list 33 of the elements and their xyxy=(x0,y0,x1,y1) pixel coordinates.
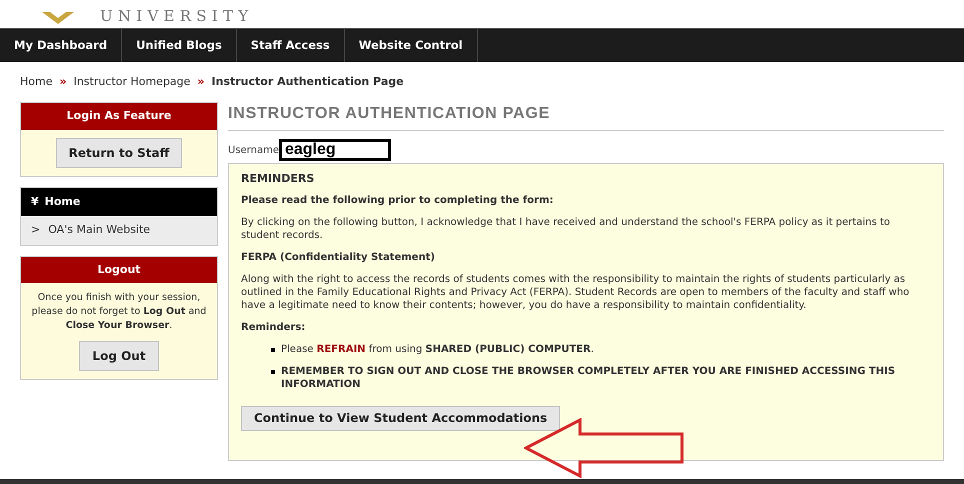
ferpa-text: Along with the right to access the records of students comes with the responsibility to maintain the rights of students particularly as outlined in the Family Educational Rights and Privacy Act (FERPA). Student Records are open to members of the faculty and staff who have a legitimate need to know their contents; however, you do have a responsibility to maintain confidentiality. xyxy=(241,273,910,312)
username-field[interactable]: eagleg xyxy=(278,139,391,161)
section-heading: FERPA (Confidentiality Statement) xyxy=(241,251,436,264)
nav-link[interactable]: Website Control xyxy=(344,29,478,62)
nav-link[interactable]: Staff Access xyxy=(236,29,345,62)
chevron-icon: ¥ xyxy=(31,194,39,210)
intro-text: Please read the following prior to completing the form: xyxy=(241,194,554,207)
chevron-icon: > xyxy=(31,222,40,238)
reminder-text: Please REFRAIN from using SHARED (PUBLIC) COMPUTER. xyxy=(281,343,594,356)
nav-link[interactable]: Unified Blogs xyxy=(122,29,237,62)
section-heading: REMINDERS xyxy=(241,172,316,185)
panel-title: Logout xyxy=(21,256,217,283)
bullet-icon xyxy=(271,348,275,352)
menu-header[interactable]: Home xyxy=(44,194,80,210)
reminder-text: REMEMBER TO SIGN OUT AND CLOSE THE BROWSER COMPLETELY AFTER YOU ARE FINISHED ACCESSING THIS INFORMATION xyxy=(281,365,896,391)
return-button[interactable]: Return to Staff xyxy=(56,138,182,168)
section-heading: Reminders: xyxy=(241,321,306,334)
breadcrumb-separator: » xyxy=(59,74,67,90)
breadcrumb-link[interactable]: Instructor Authentication Page xyxy=(212,74,404,90)
nav-link[interactable]: My Dashboard xyxy=(0,29,122,62)
menu-link[interactable]: OA's Main Website xyxy=(48,222,150,238)
breadcrumb-separator: » xyxy=(197,74,205,90)
acknowledgement-text: By clicking on the following button, I acknowledge that I have received and understand the school's FERPA policy as it pertains to student records. xyxy=(241,216,892,242)
panel-title: Login As Feature xyxy=(21,103,217,130)
continue-button[interactable]: Continue to View Student Accommodations xyxy=(241,406,560,431)
username-label: Username xyxy=(228,144,279,158)
logout-button[interactable]: Log Out xyxy=(79,341,159,371)
logo-wordmark: UNIVERSITY xyxy=(100,9,254,27)
breadcrumb-link[interactable]: Home xyxy=(20,74,52,90)
page-title: INSTRUCTOR AUTHENTICATION PAGE xyxy=(228,102,944,131)
logout-note: Once you finish with your session, please do not forget to Log Out and Close Your Browser. xyxy=(30,291,208,333)
bullet-icon xyxy=(271,370,275,374)
breadcrumb-link[interactable]: Instructor Homepage xyxy=(74,74,190,90)
